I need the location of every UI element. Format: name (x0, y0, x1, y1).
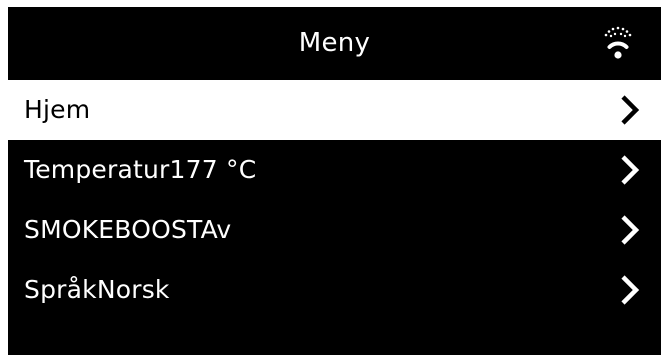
chevron-right-icon (621, 155, 640, 185)
wifi-signal-icon (604, 26, 632, 59)
menu-item-label: SMOKEBOOSTAv (24, 215, 232, 244)
menu-list: Hjem Temperatur177 °C SMOKEBOOSTAv Språk… (8, 80, 661, 320)
menu-item-label: Hjem (24, 95, 91, 124)
menu-item-label: SpråkNorsk (24, 275, 170, 304)
menu-item-sprak[interactable]: SpråkNorsk (8, 260, 661, 320)
menu-item-temperatur[interactable]: Temperatur177 °C (8, 140, 661, 200)
menu-item-hjem[interactable]: Hjem (8, 80, 661, 140)
page-title: Meny (298, 28, 371, 58)
device-screen: Meny Hjem Temperatur177 °C SMOKEBOOSTAv … (8, 7, 661, 355)
menu-item-smokeboost[interactable]: SMOKEBOOSTAv (8, 200, 661, 260)
chevron-right-icon (621, 275, 640, 305)
chevron-right-icon (621, 215, 640, 245)
header-bar: Meny (8, 7, 661, 80)
menu-item-label: Temperatur177 °C (24, 155, 257, 184)
chevron-right-icon (621, 95, 640, 125)
